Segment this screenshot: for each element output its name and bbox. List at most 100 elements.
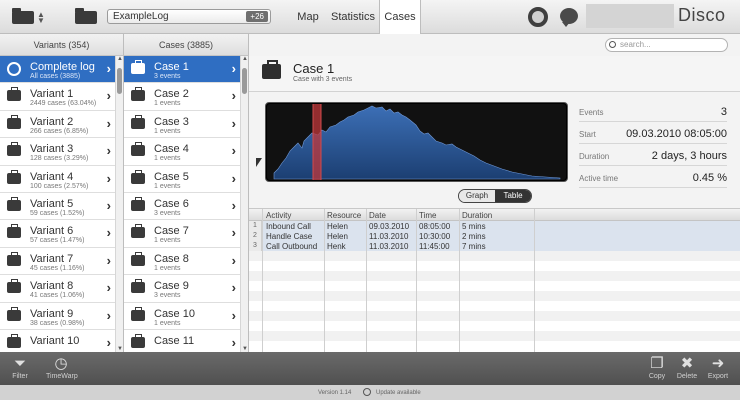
tab-cases[interactable]: Cases <box>379 0 421 34</box>
case-label: Case 8 <box>154 252 189 265</box>
case-detail: search... Case 1 Case with 3 events Even… <box>249 34 740 352</box>
case-item[interactable]: Case 81 events › <box>124 248 248 276</box>
tab-map[interactable]: Map <box>290 0 326 34</box>
variant-icon <box>7 333 21 348</box>
filter-button[interactable]: ⏷ Filter <box>10 355 30 380</box>
table-row[interactable]: 2 Handle Case Helen 11.03.2010 10:30:00 2 min… <box>249 231 740 241</box>
chevron-right-icon[interactable]: › <box>232 280 236 295</box>
case-label: Case 5 <box>154 170 189 183</box>
chevron-right-icon[interactable]: › <box>107 225 111 240</box>
settings-icon[interactable] <box>528 7 548 27</box>
table-toggle-button[interactable]: Table <box>495 190 531 202</box>
case-item[interactable]: Case 41 events › <box>124 138 248 166</box>
chevron-right-icon[interactable]: › <box>232 253 236 268</box>
chevron-right-icon[interactable]: › <box>107 198 111 213</box>
chevron-right-icon[interactable]: › <box>232 143 236 158</box>
table-row[interactable]: 3 Call Outbound Henk 11.03.2010 11:45:00 7 mi… <box>249 241 740 251</box>
chevron-right-icon[interactable]: › <box>232 335 236 350</box>
variant-item[interactable]: Variant 4 100 cases (2.57%) › <box>0 166 123 193</box>
log-selector[interactable]: ExampleLog +26 <box>107 9 271 24</box>
variant-count: 57 cases (1.47%) <box>30 237 85 245</box>
variant-item[interactable]: Variant 6 57 cases (1.47%) › <box>0 220 123 248</box>
tab-statistics[interactable]: Statistics <box>328 0 378 34</box>
col-date[interactable]: Date <box>369 211 386 220</box>
case-item[interactable]: Case 71 events › <box>124 220 248 248</box>
case-item[interactable]: Case 31 events › <box>124 111 248 139</box>
variant-item[interactable]: Variant 9 38 cases (0.98%) › <box>0 303 123 330</box>
case-item[interactable]: Case 93 events › <box>124 275 248 303</box>
case-count: 3 events <box>154 73 181 80</box>
chevron-right-icon[interactable]: › <box>107 88 111 103</box>
variant-item[interactable]: Complete log All cases (3885) › <box>0 56 123 84</box>
update-link[interactable]: Update available <box>376 390 421 396</box>
variant-label: Complete log <box>30 61 95 73</box>
case-stats: Events 3 Start 09.03.2010 08:05:00 Duratio… <box>579 100 727 188</box>
variant-item[interactable]: Variant 3 128 cases (3.29%) › <box>0 138 123 166</box>
col-time[interactable]: Time <box>419 211 436 220</box>
table-row <box>249 281 740 291</box>
chevron-right-icon[interactable]: › <box>232 308 236 323</box>
sort-arrows-icon[interactable]: ▲ ▼ <box>37 11 45 25</box>
case-item[interactable]: Case 51 events › <box>124 166 248 193</box>
variant-item[interactable]: Variant 8 41 cases (1.06%) › <box>0 275 123 303</box>
case-item[interactable]: Case 13 events › <box>124 56 248 84</box>
table-row <box>249 251 740 261</box>
feedback-chat-icon[interactable] <box>560 8 578 27</box>
variant-icon <box>7 114 21 129</box>
variant-item[interactable]: Variant 7 45 cases (1.16%) › <box>0 248 123 276</box>
chevron-right-icon[interactable]: › <box>107 171 111 186</box>
col-resource[interactable]: Resource <box>327 211 361 220</box>
open-folder-icon[interactable] <box>12 8 34 24</box>
variant-item[interactable]: Variant 2 266 cases (6.85%) › <box>0 111 123 139</box>
chevron-right-icon[interactable]: › <box>107 61 111 76</box>
variants-scrollbar[interactable]: ▲ ▼ <box>115 56 123 352</box>
variants-header: Variants (354) <box>0 34 124 56</box>
table-row[interactable]: 1 Inbound Call Helen 09.03.2010 08:05:00 5 mi… <box>249 221 740 231</box>
graph-toggle-button[interactable]: Graph <box>459 190 495 202</box>
case-timeline-chart[interactable] <box>265 102 568 182</box>
table-row <box>249 291 740 301</box>
delete-button[interactable]: ✖ Delete <box>675 355 699 380</box>
search-input[interactable]: search... <box>605 38 728 52</box>
case-item[interactable]: Case 63 events › <box>124 193 248 221</box>
variant-item[interactable]: Variant 5 59 cases (1.52%) › <box>0 193 123 221</box>
timeline-svg <box>267 104 566 180</box>
chevron-right-icon[interactable]: › <box>107 335 111 350</box>
variant-icon <box>7 142 21 157</box>
chevron-right-icon[interactable]: › <box>232 225 236 240</box>
case-item[interactable]: Case 21 events › <box>124 83 248 111</box>
chevron-right-icon[interactable]: › <box>232 61 236 76</box>
chevron-right-icon[interactable]: › <box>107 143 111 158</box>
chevron-right-icon[interactable]: › <box>232 171 236 186</box>
chevron-right-icon[interactable]: › <box>107 308 111 323</box>
version-label: Version 1.14 <box>318 390 352 396</box>
project-folder-icon[interactable] <box>75 8 97 24</box>
chevron-right-icon[interactable]: › <box>232 116 236 131</box>
briefcase-icon <box>131 114 145 129</box>
cases-scrollbar[interactable]: ▲ ▼ <box>240 56 248 352</box>
case-label: Case 11 <box>154 334 195 347</box>
highlight-band <box>313 104 321 180</box>
variant-item[interactable]: Variant 1 2449 cases (63.04%) › <box>0 83 123 111</box>
case-count: 1 events <box>154 155 181 163</box>
chevron-right-icon[interactable]: › <box>232 88 236 103</box>
chevron-right-icon[interactable]: › <box>232 198 236 213</box>
timewarp-button[interactable]: ◷ TimeWarp <box>46 355 78 380</box>
case-item[interactable]: Case 10 1 events › <box>124 303 248 330</box>
table-cell: 2 mins <box>462 232 486 241</box>
copy-button[interactable]: ❐ Copy <box>646 355 668 380</box>
briefcase-icon <box>131 87 145 102</box>
variant-count: 38 cases (0.98%) <box>30 319 85 327</box>
case-item[interactable]: Case 11 › <box>124 330 248 352</box>
col-activity[interactable]: Activity <box>266 211 291 220</box>
variant-label: Variant 10 <box>30 334 80 347</box>
variant-item[interactable]: Variant 10 › <box>0 330 123 352</box>
chevron-right-icon[interactable]: › <box>107 116 111 131</box>
export-button[interactable]: ➜ Export <box>706 355 730 380</box>
chevron-right-icon[interactable]: › <box>107 280 111 295</box>
table-cell: Henk <box>327 242 346 251</box>
log-version-badge[interactable]: +26 <box>246 11 268 22</box>
chevron-right-icon[interactable]: › <box>107 253 111 268</box>
col-duration[interactable]: Duration <box>462 211 492 220</box>
timewarp-icon: ◷ <box>54 355 68 372</box>
